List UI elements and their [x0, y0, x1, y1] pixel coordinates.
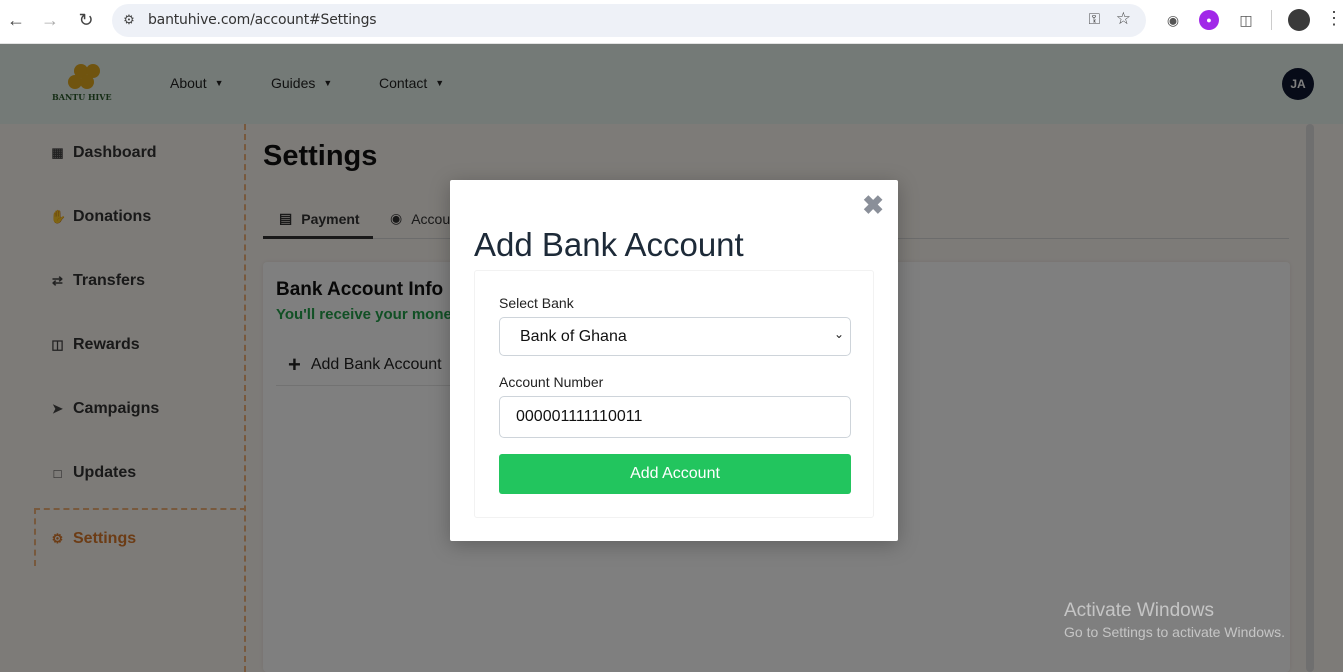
browser-toolbar: ← → ↻ ⚙ bantuhive.com/account#Settings ⚿…	[0, 0, 1343, 44]
select-bank-label: Select Bank	[499, 295, 574, 311]
watermark-subtitle: Go to Settings to activate Windows.	[1064, 624, 1285, 640]
puzzle-icon[interactable]: ◫	[1236, 10, 1256, 30]
back-arrow-icon[interactable]: ←	[2, 6, 30, 34]
reload-icon[interactable]: ↻	[72, 6, 100, 34]
activate-windows-watermark: Activate Windows Go to Settings to activ…	[1064, 600, 1285, 640]
browser-menu-icon[interactable]: ⋮	[1325, 8, 1343, 29]
add-account-button[interactable]: Add Account	[499, 454, 851, 494]
chevron-down-icon: ⌄	[833, 327, 844, 341]
watermark-title: Activate Windows	[1064, 600, 1214, 621]
modal-title: Add Bank Account	[474, 226, 744, 263]
account-number-input[interactable]	[499, 396, 851, 438]
url-text[interactable]: bantuhive.com/account#Settings	[148, 12, 377, 28]
password-key-icon[interactable]: ⚿	[1089, 11, 1100, 28]
selected-bank: Bank of Ghana	[520, 327, 627, 345]
forward-arrow-icon[interactable]: →	[36, 6, 64, 34]
bank-form: Select Bank Bank of Ghana ⌄ Account Numb…	[474, 270, 874, 518]
address-bar[interactable]: ⚙ bantuhive.com/account#Settings ⚿ ☆	[112, 4, 1146, 37]
toolbar-divider	[1271, 10, 1272, 30]
close-icon[interactable]: ✖	[862, 190, 884, 221]
site-settings-icon[interactable]: ⚙	[120, 11, 138, 29]
bookmark-star-icon[interactable]: ☆	[1116, 9, 1131, 29]
bank-select[interactable]: Bank of Ghana ⌄	[499, 317, 851, 356]
extension-icon[interactable]: ◉	[1163, 10, 1183, 30]
add-bank-account-modal: ✖ Add Bank Account Select Bank Bank of G…	[450, 180, 898, 541]
extension-purple-icon[interactable]: ●	[1199, 10, 1219, 30]
profile-avatar-icon[interactable]	[1288, 9, 1310, 31]
account-number-label: Account Number	[499, 374, 604, 390]
